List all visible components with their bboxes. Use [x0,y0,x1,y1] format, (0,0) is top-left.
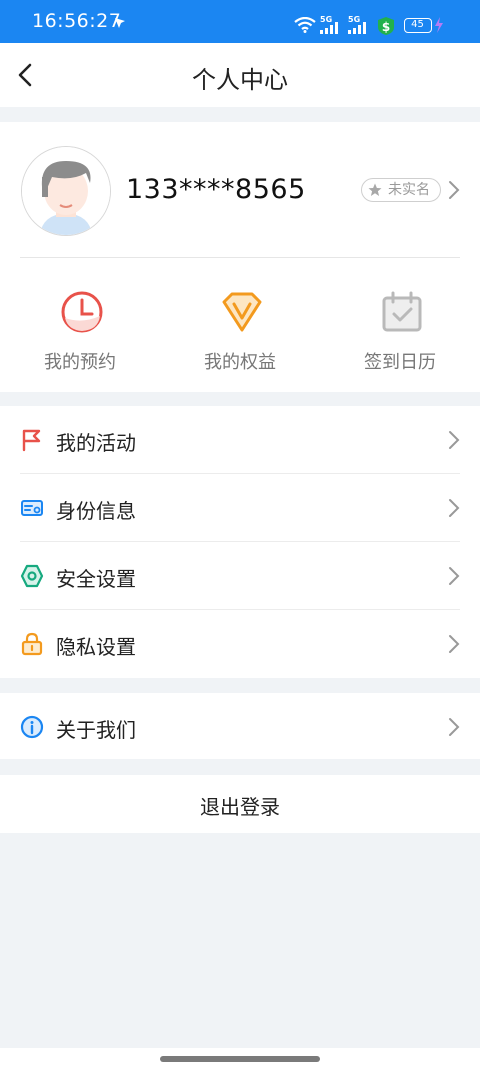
about-section: 关于我们 [0,693,480,759]
diamond-icon [222,292,262,332]
lock-icon [21,632,43,656]
calendar-check-icon [382,291,422,332]
nav-bar: 个人中心 [0,43,480,107]
verify-status-badge[interactable]: 未实名 [361,178,441,202]
battery-indicator: 45 [404,18,432,33]
id-card-icon [21,500,43,516]
quick-action-reservations[interactable]: 我的预约 [0,282,160,382]
battery-level: 45 [411,19,424,30]
avatar[interactable] [21,146,111,236]
menu-item-label: 隐私设置 [56,635,136,659]
quick-action-checkin-calendar[interactable]: 签到日历 [320,282,480,382]
menu-item-my-activities[interactable]: 我的活动 [0,406,480,474]
chevron-right-icon [449,718,460,736]
menu-item-label: 关于我们 [56,718,136,742]
verify-status-label: 未实名 [388,182,430,198]
phone-number: 133****8565 [126,174,306,205]
notification-icon [115,18,125,28]
menu-item-identity-info[interactable]: 身份信息 [0,474,480,542]
info-icon [20,715,44,739]
profile-chevron-right-icon[interactable] [448,180,460,200]
profile-divider [20,257,460,258]
profile-card: 133****8565 未实名 我的预约 我的权益 签到日历 [0,122,480,392]
logout-label: 退出登录 [200,795,280,819]
menu-item-label: 安全设置 [56,567,136,591]
status-bar: 16:56:27 5G 5G $ 45 [0,0,480,43]
signal-icon-2 [348,22,366,34]
chevron-right-icon [449,499,460,517]
menu-item-label: 身份信息 [56,499,136,523]
settings-menu: 我的活动 身份信息 安全设置 隐私设置 [0,406,480,678]
flag-icon [22,429,41,452]
clock-icon [61,291,103,333]
status-time: 16:56:27 [32,10,122,32]
chevron-right-icon [449,567,460,585]
quick-action-label: 签到日历 [364,352,436,373]
quick-action-label: 我的预约 [44,352,116,373]
quick-action-label: 我的权益 [204,352,276,373]
menu-item-about-us[interactable]: 关于我们 [0,693,480,759]
logout-button[interactable]: 退出登录 [0,775,480,833]
wifi-icon [294,17,316,33]
menu-item-privacy-settings[interactable]: 隐私设置 [0,610,480,678]
page-title: 个人中心 [192,66,288,94]
quick-action-benefits[interactable]: 我的权益 [160,282,320,382]
charging-icon [435,17,443,33]
security-app-icon: $ [378,17,394,35]
chevron-right-icon [449,635,460,653]
chevron-right-icon [449,431,460,449]
star-icon [368,183,382,196]
shield-hex-icon [20,564,44,588]
menu-item-label: 我的活动 [56,431,136,455]
user-avatar-icon [22,147,110,235]
svg-text:$: $ [382,20,390,34]
signal-icon [320,22,338,34]
menu-item-security-settings[interactable]: 安全设置 [0,542,480,610]
home-indicator[interactable] [160,1056,320,1062]
